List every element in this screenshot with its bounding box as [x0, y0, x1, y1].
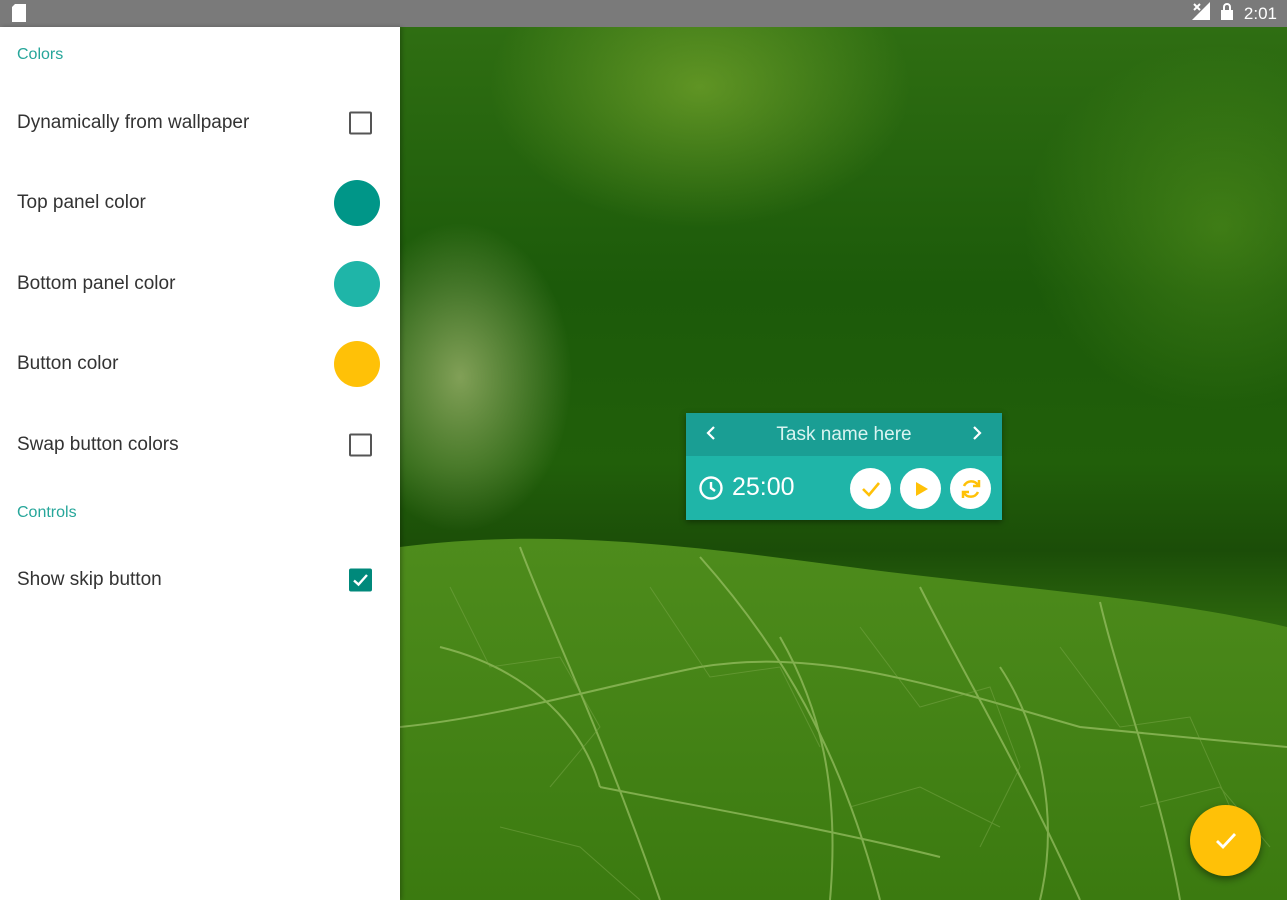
- signal-icon: [1191, 2, 1210, 25]
- check-icon: [353, 574, 368, 587]
- lock-icon: [1220, 2, 1234, 25]
- play-icon: [915, 481, 928, 496]
- status-bar: 2:01: [0, 0, 1287, 27]
- sd-card-icon: [12, 4, 26, 27]
- colors-section-header: Colors: [17, 46, 64, 63]
- setting-label: Show skip button: [17, 569, 162, 590]
- widget-top-panel: Task name here: [686, 413, 1002, 456]
- play-button[interactable]: [900, 468, 941, 509]
- setting-top-panel-color[interactable]: Top panel color: [0, 173, 400, 233]
- chevron-right-icon: [973, 426, 982, 440]
- button-color-swatch[interactable]: [334, 341, 380, 387]
- task-name: Task name here: [776, 424, 912, 445]
- setting-bottom-panel-color[interactable]: Bottom panel color: [0, 254, 400, 314]
- confirm-fab[interactable]: [1190, 805, 1261, 876]
- timer-widget[interactable]: Task name here 25:00: [686, 413, 1002, 520]
- clock-time: 2:01: [1243, 4, 1277, 23]
- show-skip-button-checkbox[interactable]: [349, 568, 372, 592]
- timer-display: 25:00: [698, 473, 795, 502]
- setting-label: Button color: [17, 353, 119, 374]
- check-icon: [861, 481, 880, 497]
- setting-label: Top panel color: [17, 192, 146, 213]
- controls-section-header: Controls: [17, 504, 77, 521]
- setting-button-color[interactable]: Button color: [0, 334, 400, 394]
- setting-swap-button-colors[interactable]: Swap button colors: [0, 415, 400, 475]
- setting-label: Bottom panel color: [17, 273, 176, 294]
- setting-show-skip-button[interactable]: Show skip button: [0, 550, 400, 610]
- setting-dynamic-wallpaper[interactable]: Dynamically from wallpaper: [0, 93, 400, 153]
- timer-value: 25:00: [732, 473, 795, 501]
- settings-panel: Colors Dynamically from wallpaper Top pa…: [0, 27, 400, 900]
- refresh-icon: [961, 479, 980, 498]
- next-task-button[interactable]: [962, 413, 992, 456]
- clock-icon: [699, 475, 723, 500]
- swap-button-colors-checkbox[interactable]: [349, 433, 372, 457]
- top-panel-color-swatch[interactable]: [334, 180, 380, 226]
- bottom-panel-color-swatch[interactable]: [334, 261, 380, 307]
- setting-label: Dynamically from wallpaper: [17, 112, 250, 133]
- dynamic-wallpaper-checkbox[interactable]: [349, 111, 372, 135]
- complete-button[interactable]: [850, 468, 891, 509]
- setting-label: Swap button colors: [17, 434, 179, 455]
- skip-button[interactable]: [950, 468, 991, 509]
- check-icon: [1215, 832, 1236, 849]
